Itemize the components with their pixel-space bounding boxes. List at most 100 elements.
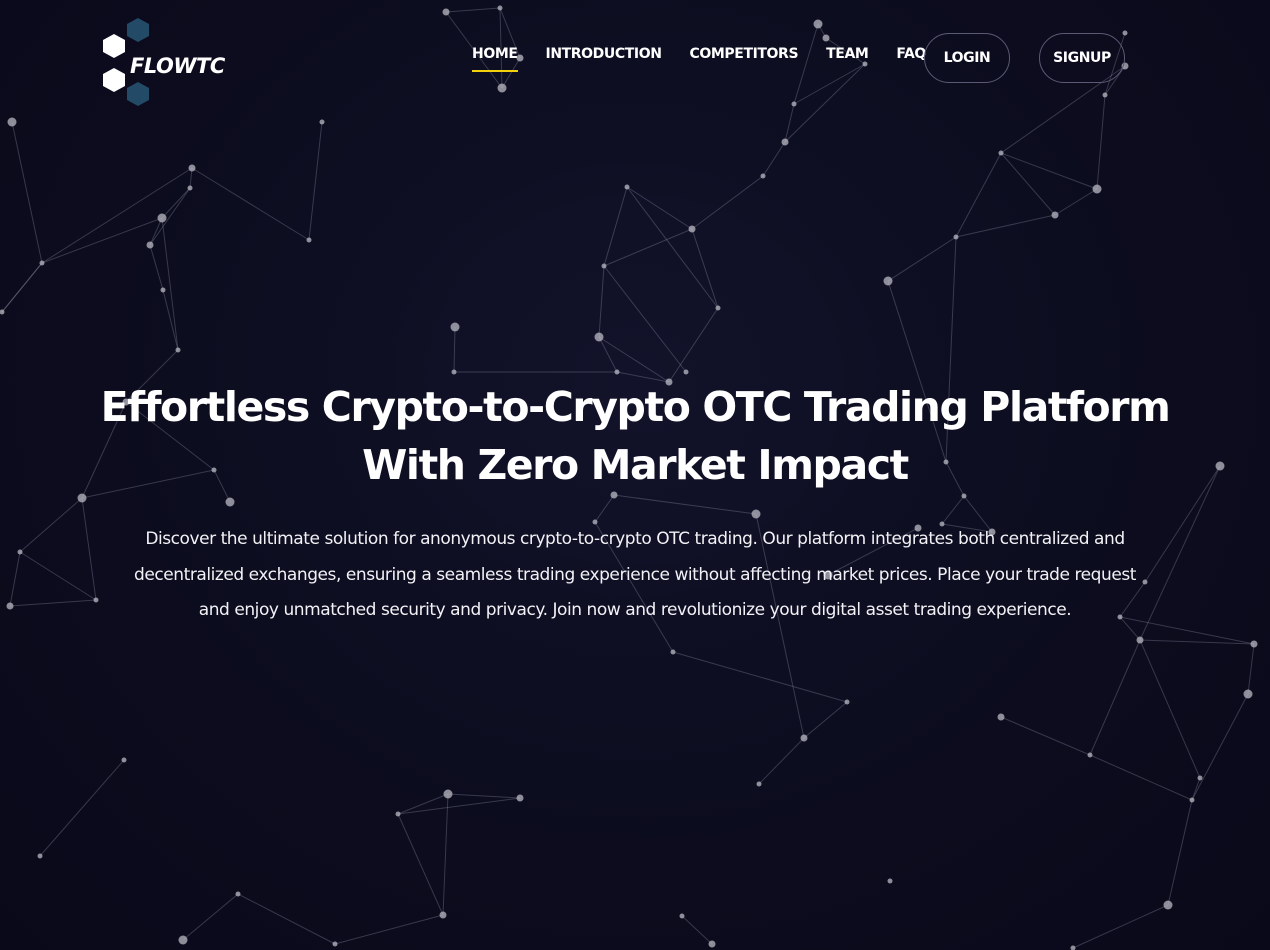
network-link xyxy=(445,7,501,13)
network-node xyxy=(760,173,766,179)
network-node xyxy=(121,757,127,763)
network-link xyxy=(39,759,125,857)
network-link xyxy=(41,167,193,264)
network-link xyxy=(681,915,713,945)
network-link xyxy=(955,152,1002,238)
network-link xyxy=(191,167,310,241)
network-link xyxy=(308,121,323,241)
network-link xyxy=(784,63,866,143)
nav-team[interactable]: TEAM xyxy=(826,46,869,62)
network-node xyxy=(332,941,338,947)
network-link xyxy=(626,186,693,230)
network-link xyxy=(442,793,449,916)
network-link xyxy=(397,797,521,815)
network-link xyxy=(941,495,965,525)
network-node xyxy=(146,241,154,249)
network-node xyxy=(997,713,1005,721)
hero-title: Effortless Crypto-to-Crypto OTC Trading … xyxy=(60,378,1210,494)
network-node xyxy=(756,781,762,787)
network-node xyxy=(781,138,789,146)
network-node xyxy=(178,935,188,945)
network-node xyxy=(679,913,685,919)
network-link xyxy=(1054,188,1098,216)
network-node xyxy=(791,101,797,107)
network-node xyxy=(1122,30,1128,36)
network-node xyxy=(715,305,721,311)
network-link xyxy=(1247,643,1255,695)
network-node xyxy=(187,185,193,191)
network-link xyxy=(9,551,21,607)
network-link xyxy=(237,893,336,945)
network-node xyxy=(395,811,401,817)
network-link xyxy=(9,599,97,607)
network-node xyxy=(1136,636,1144,644)
network-node xyxy=(160,287,166,293)
brand-name: FLOWTC xyxy=(130,54,225,78)
network-node xyxy=(1070,945,1076,950)
network-link xyxy=(784,103,795,143)
network-node xyxy=(319,119,325,125)
network-node xyxy=(6,602,14,610)
nav-faq[interactable]: FAQ xyxy=(896,46,926,62)
hero-description-line-1: Discover the ultimate solution for anony… xyxy=(145,529,1125,549)
network-link xyxy=(81,497,97,601)
network-node xyxy=(601,263,607,269)
network-link xyxy=(594,494,615,523)
network-node xyxy=(813,19,823,29)
network-node xyxy=(443,789,453,799)
network-node xyxy=(451,369,457,375)
network-link xyxy=(149,244,164,291)
network-node xyxy=(1197,775,1203,781)
network-node xyxy=(1051,211,1059,219)
network-node xyxy=(688,225,696,233)
network-link xyxy=(598,265,605,338)
network-link xyxy=(672,651,848,703)
network-link xyxy=(758,737,805,785)
brand-logo[interactable]: FLOWTC xyxy=(100,16,230,116)
network-node xyxy=(844,699,850,705)
network-link xyxy=(803,701,848,739)
network-link xyxy=(182,893,239,941)
network-link xyxy=(603,186,628,267)
network-node xyxy=(862,61,868,67)
hero-title-line-2: With Zero Market Impact xyxy=(362,441,909,489)
network-node xyxy=(77,493,87,503)
network-link xyxy=(447,793,521,799)
login-button[interactable]: LOGIN xyxy=(924,33,1010,83)
network-node xyxy=(225,497,235,507)
landing-page: FLOWTC HOME INTRODUCTION COMPETITORS TEA… xyxy=(0,0,1270,950)
network-node xyxy=(39,260,45,266)
hero-description-line-3: and enjoy unmatched security and privacy… xyxy=(198,600,1072,620)
nav-competitors[interactable]: COMPETITORS xyxy=(690,46,799,62)
hero-description-line-2: decentralized exchanges, ensuring a seam… xyxy=(134,564,1136,585)
network-node xyxy=(1087,752,1093,758)
signup-button[interactable]: SIGNUP xyxy=(1039,33,1125,83)
network-node xyxy=(670,649,676,655)
network-node xyxy=(497,5,503,11)
network-link xyxy=(762,141,786,177)
network-node xyxy=(953,234,959,240)
network-link xyxy=(668,307,719,383)
network-node xyxy=(961,493,967,499)
network-link xyxy=(19,551,97,601)
network-node xyxy=(751,509,761,519)
network-link xyxy=(1000,152,1056,216)
network-link xyxy=(887,236,957,282)
network-node xyxy=(614,369,620,375)
network-link xyxy=(161,187,191,219)
network-link xyxy=(162,289,179,351)
nav-introduction[interactable]: INTRODUCTION xyxy=(546,46,662,62)
network-node xyxy=(887,878,893,884)
network-link xyxy=(1089,639,1141,756)
network-link xyxy=(1072,904,1169,949)
nav-home[interactable]: HOME xyxy=(472,46,518,72)
network-link xyxy=(149,187,191,246)
network-node xyxy=(1163,900,1173,910)
network-node xyxy=(883,276,893,286)
network-link xyxy=(1089,754,1193,801)
network-link xyxy=(1191,777,1201,801)
network-node xyxy=(17,549,23,555)
network-link xyxy=(1096,94,1106,190)
network-node xyxy=(442,8,450,16)
network-link xyxy=(1167,799,1193,906)
